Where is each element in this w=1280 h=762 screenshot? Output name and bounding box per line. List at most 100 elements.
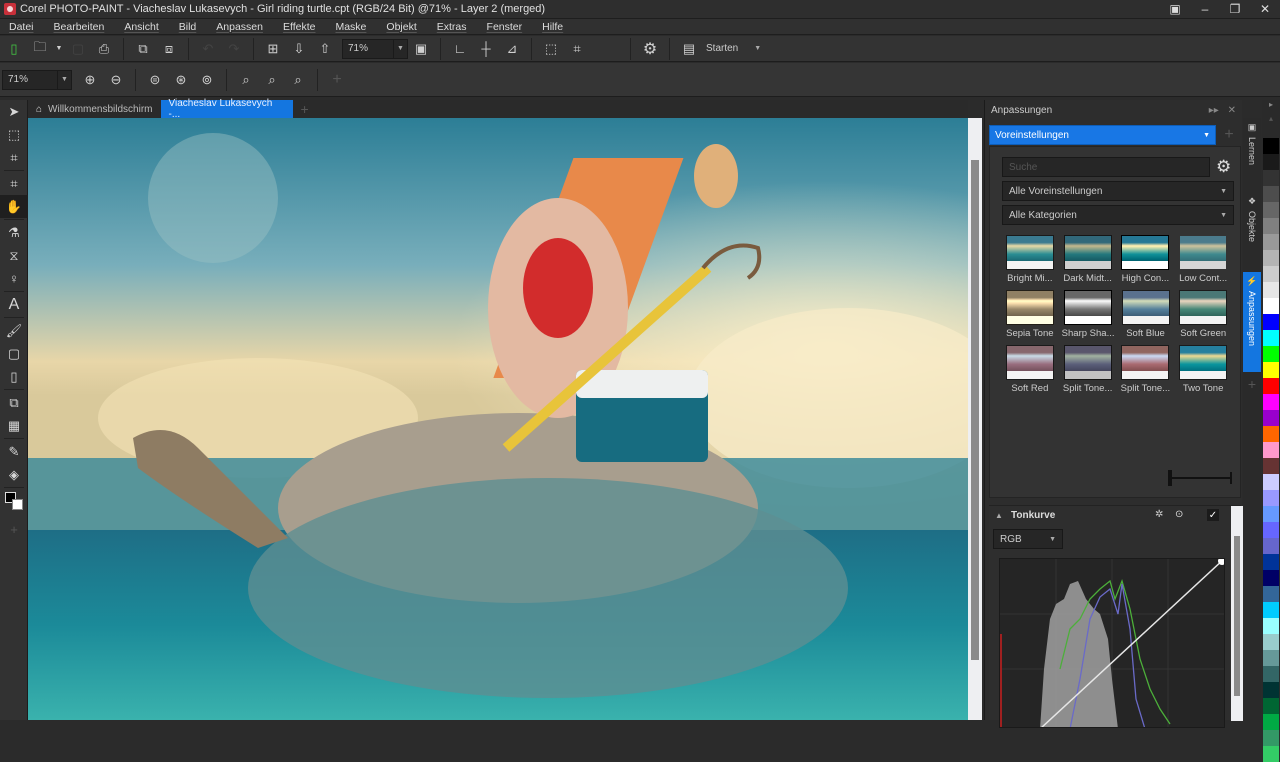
color-swatch[interactable] — [1263, 522, 1279, 538]
paste-icon[interactable]: ⧈ — [157, 38, 181, 60]
rectangle-tool-icon[interactable]: ▢ — [0, 342, 28, 365]
palette-expand-icon[interactable]: ▸ — [1262, 100, 1280, 114]
add-tool-icon[interactable]: + — [0, 518, 28, 541]
zoom-height-icon[interactable]: ⌕ — [286, 69, 310, 91]
menu-hilfe[interactable]: Hilfe — [533, 21, 574, 33]
sidetab-objekte[interactable]: ❖ Objekte — [1243, 192, 1261, 272]
channel-select[interactable]: RGB ▼ — [993, 529, 1063, 549]
color-swatch[interactable] — [1263, 634, 1279, 650]
restore-button[interactable]: ❐ — [1220, 0, 1250, 18]
enable-checkbox[interactable]: ✓ — [1207, 509, 1219, 521]
menu-effekte[interactable]: Effekte — [274, 21, 327, 33]
pick-tool-icon[interactable]: ➤ — [0, 100, 28, 123]
fill-pattern-tool-icon[interactable]: ▦ — [0, 414, 28, 437]
redeye-tool-icon[interactable]: ⚗ — [0, 221, 28, 244]
preset-item[interactable]: Two Tone — [1177, 345, 1229, 394]
menu-maske[interactable]: Maske — [326, 21, 377, 33]
color-swatch[interactable] — [1263, 346, 1279, 362]
color-swatch[interactable] — [1263, 426, 1279, 442]
filter-presets-select[interactable]: Alle Voreinstellungen ▼ — [1002, 181, 1234, 201]
filter-categories-select[interactable]: Alle Kategorien ▼ — [1002, 205, 1234, 225]
color-swatch[interactable] — [1263, 218, 1279, 234]
color-swatch[interactable] — [1263, 362, 1279, 378]
close-button[interactable]: ✕ — [1250, 0, 1280, 18]
eyedropper-tool-icon[interactable]: ✎ — [0, 440, 28, 463]
docker-expand-icon[interactable]: ▸▸ — [1209, 105, 1219, 116]
color-swatch[interactable] — [1263, 554, 1279, 570]
tone-panel-scrollbar[interactable] — [1231, 506, 1243, 721]
color-swatch[interactable] — [1263, 602, 1279, 618]
menu-bild[interactable]: Bild — [170, 21, 208, 33]
options-gear-icon[interactable]: ⚙ — [638, 38, 662, 60]
snap-icon[interactable]: ⊿ — [500, 38, 524, 60]
preset-item[interactable]: Sharp Sha... — [1062, 290, 1114, 339]
crop-tool-icon[interactable]: ⌗ — [0, 172, 28, 195]
tab-welcome[interactable]: ⌂ Willkommensbildschirm — [28, 100, 161, 118]
undo-icon[interactable]: ↶ — [196, 38, 220, 60]
preset-item[interactable]: Soft Blue — [1120, 290, 1172, 339]
settings-icon[interactable]: ⊙ — [1175, 509, 1183, 520]
show-rulers-icon[interactable]: ∟ — [448, 38, 472, 60]
open-dropdown-icon[interactable]: ▼ — [54, 38, 64, 60]
text-tool-icon[interactable]: A — [0, 293, 28, 316]
show-guidelines-icon[interactable]: ┼ — [474, 38, 498, 60]
preset-item[interactable]: High Con... — [1120, 235, 1172, 284]
menu-fenster[interactable]: Fenster — [478, 21, 534, 33]
color-swatch[interactable] — [1263, 202, 1279, 218]
color-swatch[interactable] — [1263, 698, 1279, 714]
color-swatch[interactable] — [1263, 586, 1279, 602]
mode-select[interactable]: Voreinstellungen ▼ — [989, 125, 1216, 145]
zoom-in-icon[interactable]: ⊕ — [78, 69, 102, 91]
tone-curve-histogram[interactable] — [999, 558, 1225, 728]
preset-item[interactable]: Low Cont... — [1177, 235, 1229, 284]
color-swatch[interactable] — [1263, 682, 1279, 698]
color-swatch[interactable] — [1263, 378, 1279, 394]
palette-scroll-up-icon[interactable]: ▴ — [1262, 114, 1280, 138]
color-swatch[interactable] — [1263, 170, 1279, 186]
color-swatch[interactable] — [1263, 330, 1279, 346]
zoom-out-icon[interactable]: ⊖ — [104, 69, 128, 91]
launcher-icon[interactable]: ⊞ — [261, 38, 285, 60]
add-adjustment-icon[interactable]: + — [1219, 125, 1239, 145]
preset-item[interactable]: Dark Midt... — [1062, 235, 1114, 284]
color-swatch[interactable] — [1263, 746, 1279, 762]
panel-toggle-icon[interactable]: ▣ — [1160, 0, 1190, 18]
mask-transform-tool-icon[interactable]: ⌗ — [0, 146, 28, 169]
preset-options-gear-icon[interactable]: ⚙ — [1216, 157, 1231, 177]
vertical-scrollbar[interactable] — [968, 118, 982, 720]
color-swatch[interactable] — [1263, 250, 1279, 266]
color-swatch[interactable] — [1263, 234, 1279, 250]
color-swatch[interactable] — [1263, 442, 1279, 458]
copy-icon[interactable]: ⧉ — [131, 38, 155, 60]
menu-bearbeiten[interactable]: Bearbeiten — [45, 21, 116, 33]
docker-close-icon[interactable]: ✕ — [1228, 105, 1236, 116]
scrollbar-thumb[interactable] — [971, 160, 979, 660]
color-swatch[interactable] — [1263, 490, 1279, 506]
preset-item[interactable]: Split Tone... — [1062, 345, 1114, 394]
color-swatch[interactable] — [1263, 570, 1279, 586]
zoom-level-select-2[interactable]: 71% ▼ — [2, 69, 72, 90]
zoom-to-fit-icon[interactable]: ⊜ — [143, 69, 167, 91]
zoom-100-icon[interactable]: ⊛ — [169, 69, 193, 91]
preset-item[interactable]: Bright Mi... — [1004, 235, 1056, 284]
color-swatch[interactable] — [1263, 650, 1279, 666]
add-tool-icon[interactable]: + — [325, 69, 349, 91]
color-swatch[interactable] — [1263, 474, 1279, 490]
import-icon[interactable]: ⇩ — [287, 38, 311, 60]
color-swatch[interactable] — [1263, 186, 1279, 202]
thumbnail-size-slider[interactable] — [1168, 470, 1232, 486]
color-swatch[interactable] — [1263, 618, 1279, 634]
clone-tool-icon[interactable]: ⧖ — [0, 244, 28, 267]
zoom-width-icon[interactable]: ⌕ — [260, 69, 284, 91]
color-swatch[interactable] — [1263, 314, 1279, 330]
sidetab-anpassungen[interactable]: ⚡ Anpassungen — [1243, 272, 1261, 372]
preset-item[interactable]: Soft Red — [1004, 345, 1056, 394]
color-swatch[interactable] — [1263, 298, 1279, 314]
show-object-icon[interactable]: ⌗ — [565, 38, 589, 60]
workspace-label[interactable]: Starten — [706, 43, 738, 54]
reset-icon[interactable]: ✲ — [1155, 509, 1163, 520]
menu-ansicht[interactable]: Ansicht — [115, 21, 169, 33]
menu-objekt[interactable]: Objekt — [377, 21, 427, 33]
preset-item[interactable]: Split Tone... — [1120, 345, 1172, 394]
redo-icon[interactable]: ↷ — [222, 38, 246, 60]
